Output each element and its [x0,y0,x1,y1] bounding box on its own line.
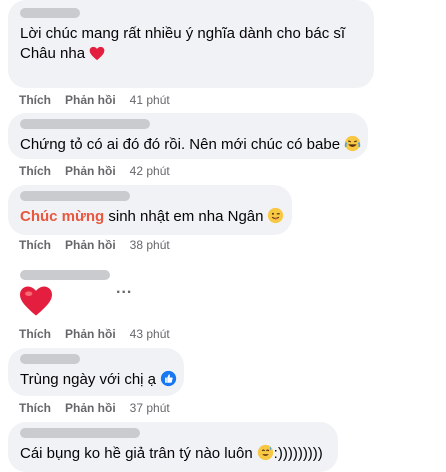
comment-text: Trùng ngày với chị ạ [20,370,177,393]
reply-link[interactable]: Phản hồi [65,327,116,341]
timestamp[interactable]: 41 phút [130,93,170,107]
author-name-blurred[interactable] [20,428,140,438]
red-heart-icon [89,46,105,67]
comment-text: Lời chúc mang rất nhiều ý nghĩa dành cho… [20,24,360,67]
laughing-tears-icon [344,135,361,158]
comment-actions: Thích Phản hồi 37 phút [19,401,170,415]
like-thumb-icon [160,370,177,393]
like-link[interactable]: Thích [19,164,51,178]
comment-actions: Thích Phản hồi 38 phút [19,238,170,252]
comment-actions: Thích Phản hồi 41 phút [19,93,170,107]
reply-link[interactable]: Phản hồi [65,93,116,107]
timestamp[interactable]: 38 phút [130,238,170,252]
timestamp[interactable]: 37 phút [130,401,170,415]
comment-text: Chứng tỏ có ai đó đó rồi. Nên mới chúc c… [20,135,361,158]
reply-link[interactable]: Phản hồi [65,164,116,178]
timestamp[interactable]: 42 phút [130,164,170,178]
comment-actions: Thích Phản hồi 43 phút [19,327,170,341]
sweat-smile-icon [257,444,274,467]
comment-bubble: Trùng ngày với chị ạ [8,348,184,396]
like-link[interactable]: Thích [19,238,51,252]
reply-link[interactable]: Phản hồi [65,238,116,252]
comment-bubble: Cái bụng ko hề giả trân tý nào luôn :)))… [8,422,338,472]
author-name-blurred[interactable] [20,270,110,280]
comment-bubble: Chúc mừng sinh nhật em nha Ngân [8,185,292,235]
comment-bubble: Lời chúc mang rất nhiều ý nghĩa dành cho… [8,0,374,88]
comment-bubble: Chứng tỏ có ai đó đó rồi. Nên mới chúc c… [8,113,368,159]
author-name-blurred[interactable] [20,191,130,201]
like-link[interactable]: Thích [19,401,51,415]
like-link[interactable]: Thích [19,93,51,107]
author-name-blurred[interactable] [20,354,80,364]
author-name-blurred[interactable] [20,8,80,18]
big-red-heart-icon [18,285,54,322]
winking-tongue-icon [267,207,284,230]
author-name-blurred[interactable] [20,119,150,129]
highlighted-text: Chúc mừng [20,208,105,225]
comment-text: Cái bụng ko hề giả trân tý nào luôn :)))… [20,444,326,467]
comment-text: Chúc mừng sinh nhật em nha Ngân [20,207,284,230]
comment-actions: Thích Phản hồi 42 phút [19,164,170,178]
timestamp[interactable]: 43 phút [130,327,170,341]
more-options-icon[interactable]: ... [116,280,132,298]
reply-link[interactable]: Phản hồi [65,401,116,415]
like-link[interactable]: Thích [19,327,51,341]
